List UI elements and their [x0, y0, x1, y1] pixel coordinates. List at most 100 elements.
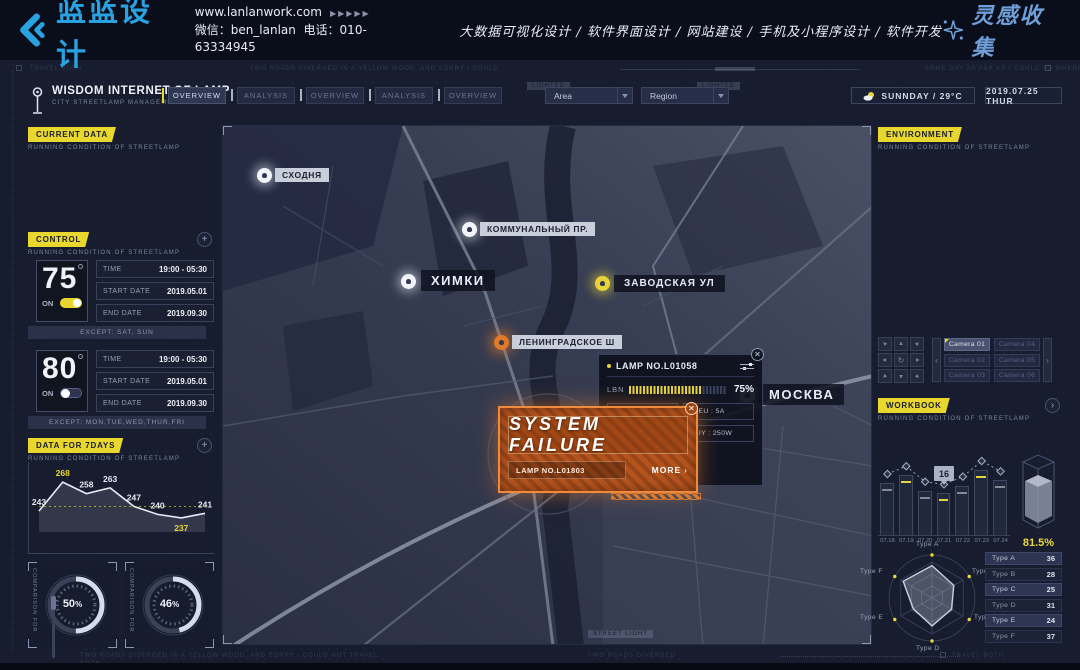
- camera-02-button[interactable]: Camera 02: [944, 354, 990, 367]
- workbook-bar: [955, 486, 969, 535]
- camera-next-button[interactable]: ›: [1043, 338, 1052, 382]
- brightness-setting-80: 80 ON: [36, 350, 88, 412]
- svg-text:240: 240: [150, 500, 164, 510]
- decor-text: TWO ROADS DIVERGED: [588, 653, 676, 659]
- time-row[interactable]: TIME19:00 - 05:30: [96, 260, 214, 278]
- except-bar-1: EXCEPT: SAT, SUN: [28, 326, 206, 339]
- type-b-row[interactable]: Type B28: [985, 568, 1062, 581]
- svg-text:243: 243: [32, 497, 46, 507]
- svg-text:258: 258: [79, 480, 93, 490]
- chevron-right-icon: ›: [684, 465, 688, 475]
- logo[interactable]: 蓝蓝设计: [14, 0, 177, 74]
- end-date-row[interactable]: END DATE2019.09.30: [96, 394, 214, 412]
- end-date-row[interactable]: END DATE2019.09.30: [96, 304, 214, 322]
- brightness-bar[interactable]: [629, 386, 727, 394]
- decor-square: [1045, 65, 1051, 71]
- weather-sun-cloud-icon: [863, 91, 876, 101]
- schedule-2-toggle[interactable]: [60, 388, 82, 398]
- pan-right-button[interactable]: ▲: [910, 353, 924, 367]
- map-pin-kommunalny[interactable]: [462, 222, 477, 237]
- map-label-zavodskaya: ЗАВОДСКАЯ УЛ: [614, 275, 725, 292]
- weather-display: SUNNDAY / 29°C: [851, 87, 975, 104]
- workbook-x-axis: 07.1807.1907.2007.2107.2207.2307.24: [878, 538, 1010, 544]
- type-e-row[interactable]: Type E24: [985, 614, 1062, 627]
- map-pin-zavodskaya[interactable]: [595, 276, 610, 291]
- pan-up-right-button[interactable]: ▲: [910, 337, 924, 351]
- inspiration-collect[interactable]: 灵感收集: [942, 0, 1062, 62]
- workbook-bar: [993, 480, 1007, 535]
- type-a-row[interactable]: Type A36: [985, 552, 1062, 565]
- decor-text: TWO ROADS DIVERGED IN A YELLOW WOOD, AND…: [250, 66, 499, 72]
- date-display: 2019.07.25 THUR: [985, 87, 1062, 104]
- type-list: Type A36 Type B28 Type C25 Type D31 Type…: [985, 552, 1062, 643]
- region-select[interactable]: Region: [641, 87, 729, 104]
- more-button[interactable]: MORE ›: [652, 465, 688, 475]
- logo-text: 蓝蓝设计: [56, 0, 177, 74]
- type-f-row[interactable]: Type F37: [985, 630, 1062, 643]
- map-pin-skhodnya[interactable]: [257, 168, 272, 183]
- camera-05-button[interactable]: Camera 05: [994, 354, 1040, 367]
- svg-text:237: 237: [174, 523, 188, 533]
- except-bar-2: EXCEPT: MON,TUE,WED,THUR,FRI: [28, 416, 206, 429]
- refresh-button[interactable]: ↻: [894, 353, 908, 367]
- system-failure-popup: SYSTEM FAILURE LAMP NO.L01803 MORE ›: [498, 406, 698, 493]
- schedule-block-1: 75 ON TIME19:00 - 05:30 START DATE2019.0…: [28, 260, 214, 322]
- contact-info: www.lanlanwork.com▶▶▶▶▶ 微信：ben_lanlan 电话…: [195, 4, 416, 56]
- pan-down-button[interactable]: ▲: [894, 369, 908, 383]
- close-icon[interactable]: ✕: [685, 402, 698, 415]
- camera-06-button[interactable]: Camera 06: [994, 369, 1040, 382]
- panel-subtitle: RUNNING CONDITION OF STREETLAMP: [28, 250, 180, 256]
- svg-text:241: 241: [198, 499, 212, 509]
- time-row[interactable]: TIME19:00 - 05:30: [96, 350, 214, 368]
- radar-label-a: Type A: [916, 541, 939, 548]
- pan-up-button[interactable]: ▲: [894, 337, 908, 351]
- camera-03-button[interactable]: Camera 03: [944, 369, 990, 382]
- lbn-label: LBN: [607, 385, 629, 394]
- control-add-button[interactable]: +: [197, 232, 212, 247]
- alert-lamp-number: LAMP NO.L01803: [508, 461, 626, 479]
- close-icon[interactable]: ✕: [751, 348, 764, 361]
- pan-up-left-button[interactable]: ▲: [878, 337, 892, 351]
- camera-prev-button[interactable]: ‹: [932, 338, 941, 382]
- start-date-row[interactable]: START DATE2019.05.01: [96, 372, 214, 390]
- tab-analysis-2[interactable]: ANALYSIS: [375, 87, 433, 104]
- pan-down-left-button[interactable]: ▲: [878, 369, 892, 383]
- panel-subtitle: RUNNING CONDITION OF STREETLAMP: [28, 145, 180, 151]
- camera-list: Camera 01 Camera 02 Camera 03 Camera 04 …: [944, 338, 1040, 382]
- tab-overview-3[interactable]: OVERVIEW: [444, 87, 502, 104]
- website-link[interactable]: www.lanlanwork.com: [195, 5, 322, 19]
- wechat-text: 微信：ben_lanlan: [195, 23, 296, 37]
- city-map[interactable]: СХОДНЯ КОММУНАЛЬНЫЙ ПР. ХИМКИ ЗАВОДСКАЯ …: [222, 125, 872, 645]
- map-pin-khimki[interactable]: [401, 274, 416, 289]
- map-pin-leningradskoe[interactable]: [494, 335, 509, 350]
- pan-left-button[interactable]: ▲: [878, 353, 892, 367]
- lanlan-logo-icon: [14, 12, 48, 48]
- week-chart-panel: 243268258263247240237241 07.1807.1907.20…: [28, 462, 214, 554]
- workbook-bar-chart: 16: [878, 450, 1010, 536]
- camera-01-button[interactable]: Camera 01: [944, 338, 990, 351]
- hazard-stripe-decor: [611, 493, 701, 500]
- map-label-leningradskoe: ЛЕНИНГРАДСКОЕ Ш: [512, 335, 622, 349]
- workbook-next-button[interactable]: ›: [1045, 398, 1060, 413]
- workbook-bar: [880, 483, 894, 535]
- type-d-row[interactable]: Type D31: [985, 599, 1062, 612]
- site-header: 蓝蓝设计 www.lanlanwork.com▶▶▶▶▶ 微信：ben_lanl…: [0, 0, 1080, 60]
- adjust-sliders-icon[interactable]: [740, 362, 754, 371]
- camera-04-button[interactable]: Camera 04: [994, 338, 1040, 351]
- type-c-row[interactable]: Type C25: [985, 583, 1062, 596]
- schedule-1-toggle[interactable]: [60, 298, 82, 308]
- tab-analysis-1[interactable]: ANALYSIS: [237, 87, 295, 104]
- arrows-decor: ▶▶▶▶▶: [330, 9, 371, 18]
- pan-down-right-button[interactable]: ▲: [910, 369, 924, 383]
- radar-label-f: Type F: [860, 568, 883, 575]
- start-date-row[interactable]: START DATE2019.05.01: [96, 282, 214, 300]
- week-expand-button[interactable]: +: [197, 438, 212, 453]
- tab-overview-2[interactable]: OVERVIEW: [306, 87, 364, 104]
- environment-badge: ENVIRONMENT: [878, 127, 962, 142]
- comparison-gauge-2: COMPARISON FOR 46%: [125, 562, 214, 648]
- decor-vertical-slider[interactable]: [52, 588, 55, 658]
- workbook-bar: [899, 475, 913, 535]
- services-text: 大数据可视化设计 / 软件界面设计 / 网站建设 / 手机及小程序设计 / 软件…: [459, 21, 942, 40]
- area-select[interactable]: Area: [545, 87, 633, 104]
- tab-overview-1[interactable]: OVERVIEW: [168, 87, 226, 104]
